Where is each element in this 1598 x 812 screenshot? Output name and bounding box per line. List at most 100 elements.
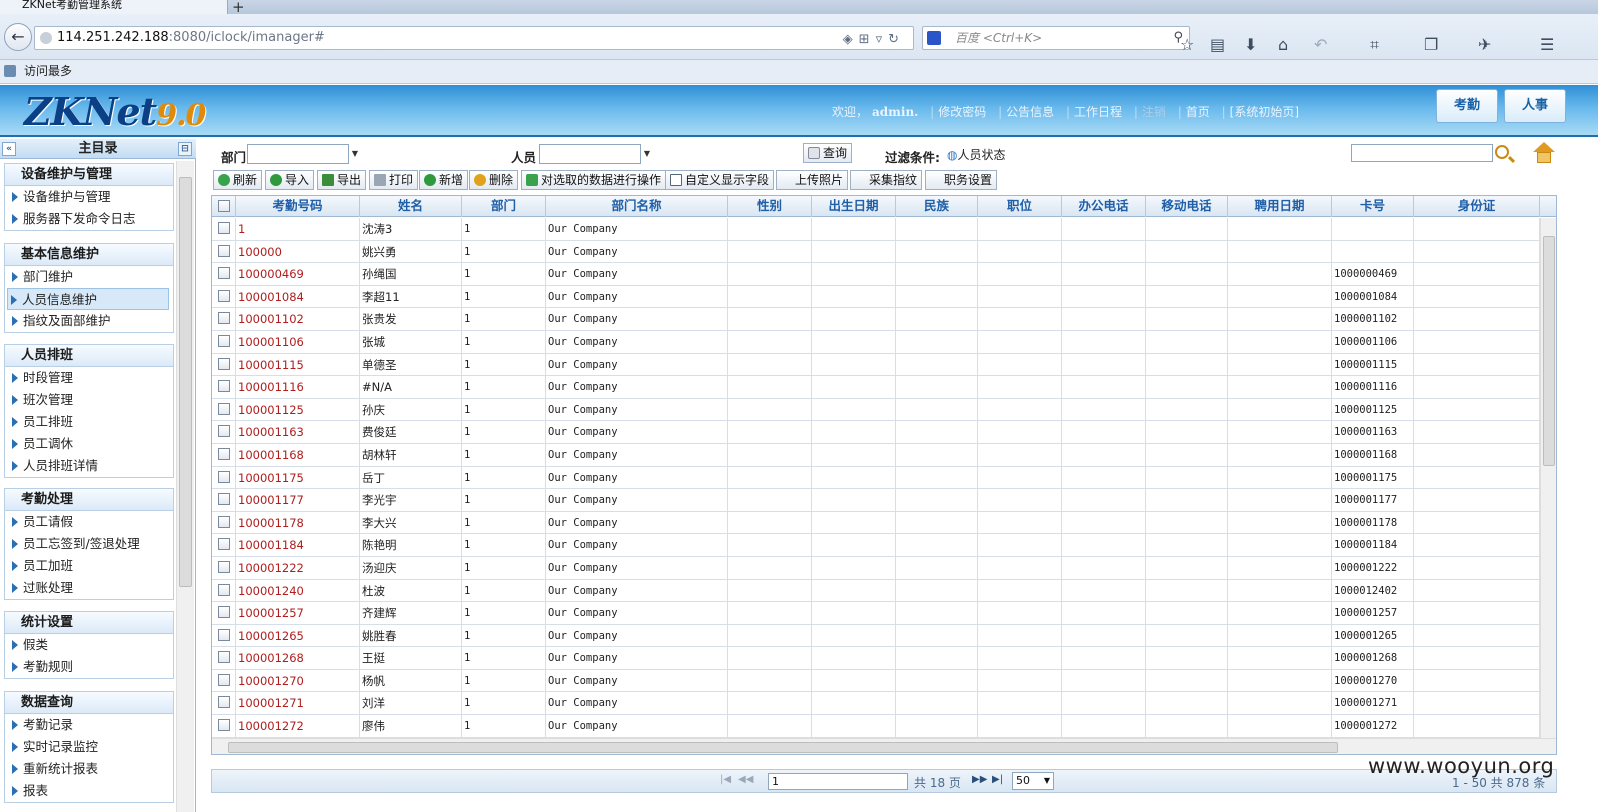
table-row[interactable]: 100001268 王挺 1 Our Company 1000001268 [212,647,1556,670]
sidebar-item-device-maintenance[interactable]: 设备维护与管理 [5,186,173,208]
col-header[interactable]: 部门 [462,196,546,217]
table-row[interactable]: 100001222 汤迎庆 1 Our Company 1000001222 [212,556,1556,580]
pin-icon[interactable]: ⊟ [178,142,192,156]
sidebar-item-reports[interactable]: 报表 [5,780,173,802]
col-header[interactable]: 出生日期 [812,196,896,217]
sidebar-item-posting[interactable]: 过账处理 [5,577,173,599]
window-icon[interactable]: ❐ [1424,35,1438,54]
col-header[interactable]: 聘用日期 [1228,196,1332,217]
table-cell[interactable]: 100001115 [236,353,360,376]
reading-list-icon[interactable]: ▤ [1210,35,1225,54]
crop-icon[interactable]: ⌗ [1370,35,1379,55]
table-row[interactable]: 100001271 刘洋 1 Our Company 1000001271 [212,692,1556,716]
dept-combo[interactable]: ▼ [247,144,358,164]
col-header[interactable]: 部门名称 [546,196,728,217]
row-checkbox[interactable] [218,606,230,619]
row-checkbox[interactable] [218,402,230,415]
col-header[interactable]: 职位 [978,196,1062,217]
prev-page-icon[interactable]: ◀◀ [738,774,753,785]
export-button[interactable]: 导出 [317,170,367,190]
print-button[interactable]: 打印 [369,170,419,190]
row-checkbox[interactable] [218,560,230,573]
url-action-icons[interactable]: ◈⊞▿↻ [843,29,905,51]
table-row[interactable]: 100001102 张贵发 1 Our Company 1000001102 [212,308,1556,331]
extension-icon[interactable]: ✈ [1478,35,1491,54]
table-row[interactable]: 100000469 孙绳国 1 Our Company 1000000469 [212,263,1556,286]
link-logout[interactable]: 注销 [1142,105,1166,119]
link-home[interactable]: 首页 [1186,105,1210,119]
table-cell[interactable]: 100001270 [236,669,360,692]
sidebar-item-missed-checkin[interactable]: 员工忘签到/签退处理 [5,533,173,555]
sidebar-item-employee-schedule[interactable]: 员工排班 [5,411,173,433]
table-row[interactable]: 100001240 杜波 1 Our Company 1000012402 [212,579,1556,603]
download-icon[interactable]: ⬇ [1244,35,1257,54]
sidebar-item-shift-swap[interactable]: 员工调休 [5,433,173,455]
add-button[interactable]: 新增 [419,170,469,190]
collapse-icon[interactable]: « [2,142,16,156]
sidebar-item-personnel[interactable]: 人员信息维护 [7,288,169,310]
table-cell[interactable]: 100001257 [236,602,360,625]
table-cell[interactable]: 100001177 [236,489,360,512]
row-checkbox[interactable] [218,334,230,347]
link-announcements[interactable]: 公告信息 [1006,105,1054,119]
row-checkbox[interactable] [218,538,230,551]
col-header[interactable]: 办公电话 [1062,196,1146,217]
back-arrow-icon[interactable]: ← [4,23,32,51]
grid-vertical-scrollbar[interactable] [1540,218,1556,738]
batch-action-button[interactable]: 对选取的数据进行操作 [521,170,667,190]
upload-photo-button[interactable]: 上传照片 [776,170,849,190]
table-cell[interactable]: 100001272 [236,715,360,738]
col-header[interactable]: 卡号 [1332,196,1414,217]
table-cell[interactable]: 100001271 [236,692,360,715]
collect-fingerprint-button[interactable]: 采集指纹 [850,170,923,190]
tab-personnel[interactable]: 人事 [1504,89,1566,123]
sidebar-item-schedule-detail[interactable]: 人员排班详情 [5,455,173,477]
link-system-init[interactable]: [系统初始页] [1230,105,1299,119]
page-size-select[interactable]: 50 ▼ [1012,772,1054,790]
table-row[interactable]: 100001116 #N/A 1 Our Company 1000001116 [212,376,1556,399]
scroll-thumb[interactable] [228,742,1338,753]
link-schedule[interactable]: 工作日程 [1074,105,1122,119]
table-cell[interactable]: 100001240 [236,579,360,602]
table-row[interactable]: 100001257 齐建辉 1 Our Company 1000001257 [212,602,1556,625]
row-checkbox[interactable] [218,583,230,596]
table-cell[interactable]: 100001178 [236,511,360,534]
col-header[interactable]: 姓名 [360,196,462,217]
col-header[interactable]: 移动电话 [1146,196,1228,217]
table-cell[interactable]: 100001102 [236,308,360,331]
col-header[interactable]: 考勤号码 [236,196,360,217]
refresh-button[interactable]: 刷新 [213,170,263,190]
scroll-thumb[interactable] [179,177,192,587]
delete-button[interactable]: 删除 [469,170,519,190]
sidebar-item-leave[interactable]: 员工请假 [5,511,173,533]
table-cell[interactable]: 100000 [236,240,360,263]
row-checkbox[interactable] [218,312,230,325]
sidebar-item-rules[interactable]: 考勤规则 [5,656,173,678]
table-cell[interactable]: 100001084 [236,285,360,308]
job-settings-button[interactable]: 职务设置 [925,170,998,190]
sidebar-group-title[interactable]: 人员排班 [5,345,173,367]
quick-search-input[interactable] [1351,144,1493,162]
person-combo[interactable]: ▼ [539,144,650,164]
tab-attendance[interactable]: 考勤 [1436,89,1498,123]
table-row[interactable]: 1 沈涛3 1 Our Company [212,218,1556,241]
col-header[interactable]: 身份证 [1414,196,1540,217]
browser-search-input[interactable]: 百度 <Ctrl+K> ⚲ [922,26,1190,50]
sidebar-item-fingerprint-face[interactable]: 指纹及面部维护 [5,310,173,332]
sidebar-item-leave-types[interactable]: 假类 [5,634,173,656]
sidebar-item-department[interactable]: 部门维护 [5,266,173,288]
sidebar-scrollbar[interactable] [176,161,194,812]
sidebar-item-timeslot[interactable]: 时段管理 [5,367,173,389]
row-checkbox[interactable] [218,696,230,709]
row-checkbox[interactable] [218,651,230,664]
chevron-down-icon[interactable]: ▼ [350,147,360,161]
table-row[interactable]: 100001178 李大兴 1 Our Company 1000001178 [212,511,1556,535]
first-page-icon[interactable]: |◀ [720,774,731,785]
table-cell[interactable]: 100001106 [236,330,360,353]
row-checkbox[interactable] [218,719,230,732]
row-checkbox[interactable] [218,289,230,302]
star-icon[interactable]: ☆ [1180,35,1194,54]
row-checkbox[interactable] [218,673,230,686]
row-checkbox[interactable] [218,628,230,641]
sidebar-group-title[interactable]: 数据查询 [5,692,173,714]
